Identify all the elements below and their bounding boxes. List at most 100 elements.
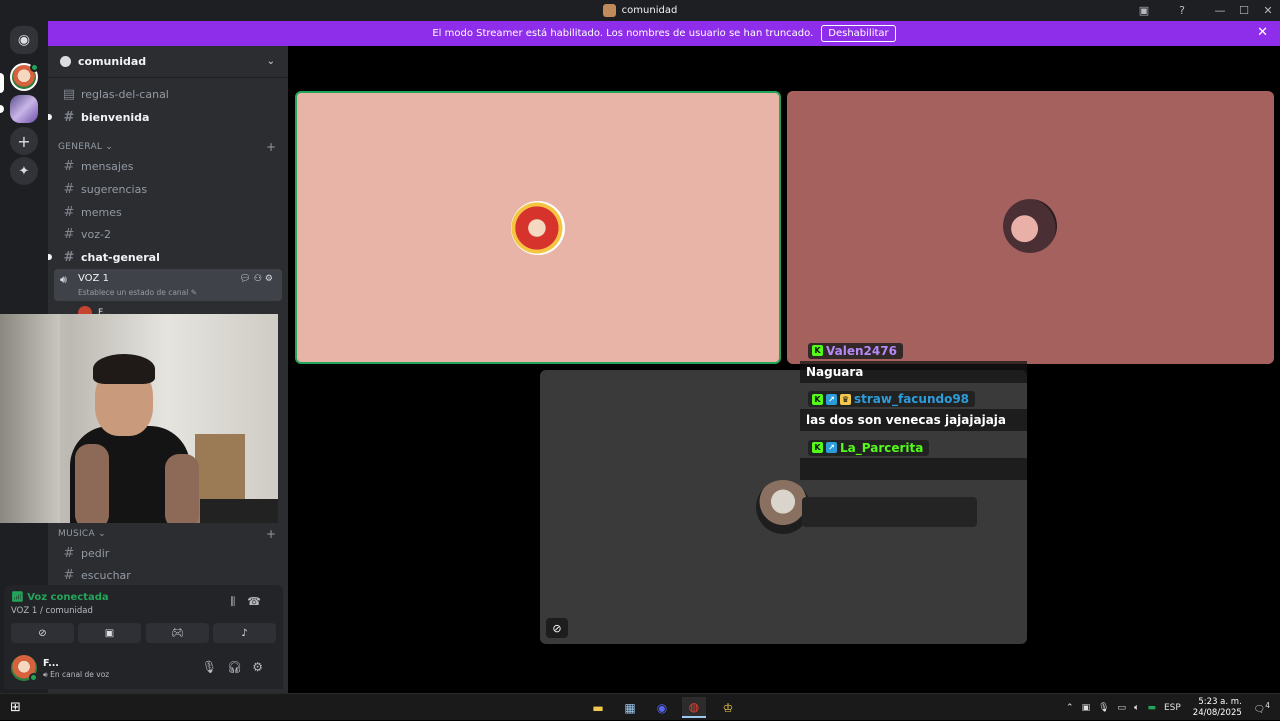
category-label: GENERAL	[58, 142, 103, 152]
online-status-dot	[29, 673, 38, 682]
discord-taskbar-icon[interactable]: ◉	[650, 697, 674, 718]
channel-status-prompt[interactable]: Establece un estado de canal ✎	[78, 288, 197, 297]
chat-message: K ↗ ♛ straw_facundo98 las dos son veneca…	[800, 387, 1027, 431]
camera-off-button[interactable]: ⊘	[11, 623, 74, 643]
server-comunidad-icon[interactable]	[10, 63, 39, 91]
chat-username-label: La_Parcerita	[840, 440, 924, 455]
activities-button[interactable]: 🎮︎	[146, 623, 209, 643]
server-header[interactable]: comunidad ⌄	[48, 46, 288, 78]
chevron-down-icon: ⌄	[266, 56, 275, 67]
kick-badge-icon: K	[812, 393, 823, 405]
app-taskbar-icon[interactable]: ♔	[716, 697, 740, 718]
channel-label: mensajes	[81, 159, 134, 173]
server-icon-2[interactable]	[10, 95, 38, 123]
display-icon[interactable]: ▭	[1118, 703, 1127, 713]
notifications-icon[interactable]: 🗨︎4	[1254, 701, 1270, 715]
language-indicator[interactable]: ESP	[1164, 703, 1181, 713]
voice-actions: ⫼☎	[230, 595, 273, 609]
participant-tile-2[interactable]	[787, 91, 1274, 364]
soundboard-icon: ♪	[241, 627, 248, 639]
voice-status-label: Voz conectada	[27, 592, 109, 603]
participant-tile-1[interactable]	[295, 91, 781, 364]
channel-mensajes[interactable]: # mensajes	[56, 155, 282, 177]
minimize-button[interactable]: —	[1208, 4, 1232, 17]
add-channel-icon[interactable]: +	[266, 527, 276, 541]
battery-icon[interactable]: ▬	[1147, 703, 1156, 713]
tray-app-icon[interactable]: ▣	[1082, 703, 1091, 713]
chat-username: K Valen2476	[808, 342, 903, 359]
participant-avatar	[511, 201, 565, 255]
hash-icon: #	[63, 158, 75, 174]
discord-home-icon[interactable]: ◉	[10, 26, 38, 54]
microphone-icon[interactable]: 🎙︎	[202, 660, 227, 674]
explore-icon[interactable]: ✦	[10, 157, 38, 185]
help-icon[interactable]: ?	[1170, 4, 1194, 17]
server-name: comunidad	[78, 55, 147, 68]
hash-icon: #	[63, 204, 75, 220]
banner-text: El modo Streamer está habilitado. Los no…	[432, 28, 814, 39]
channel-label: reglas-del-canal	[81, 87, 169, 101]
channel-label: memes	[81, 205, 122, 219]
close-window-button[interactable]: ✕	[1256, 4, 1280, 17]
disable-streamer-button[interactable]: Deshabilitar	[821, 25, 896, 42]
voice-channel-actions[interactable]: 💬︎⚇⚙	[239, 274, 276, 284]
channel-reglas[interactable]: ▤ reglas-del-canal	[56, 83, 282, 105]
channel-voz-2[interactable]: # voz-2	[56, 223, 282, 245]
screen-share-button[interactable]: ▣	[78, 623, 141, 643]
channel-label: escuchar	[81, 568, 131, 582]
user-status-label: En canal de voz	[50, 670, 110, 679]
file-explorer-icon[interactable]: ▬	[586, 697, 610, 718]
disconnect-icon[interactable]: ☎	[247, 595, 273, 608]
chat-message: K ↗ La_Parcerita	[800, 435, 1027, 480]
voice-status[interactable]: 📶︎ Voz conectada	[11, 592, 109, 603]
server-badge-icon	[60, 56, 71, 67]
unread-dot	[48, 254, 52, 260]
channel-escuchar[interactable]: # escuchar	[56, 564, 282, 586]
channel-bienvenida[interactable]: # bienvenida	[48, 106, 282, 128]
channel-memes[interactable]: # memes	[56, 201, 282, 223]
add-channel-icon[interactable]: +	[266, 140, 276, 154]
volume-icon[interactable]: 🔈︎	[1134, 703, 1139, 713]
headphones-icon[interactable]: 🎧︎	[227, 660, 252, 674]
selected-indicator	[0, 73, 4, 93]
voice-location[interactable]: VOZ 1 / comunidad	[11, 606, 93, 616]
add-server-icon[interactable]: +	[10, 127, 38, 155]
user-panel: F... 🔊︎ En canal de voz 🎙︎🎧︎⚙	[4, 647, 283, 689]
user-status: 🔊︎ En canal de voz	[43, 670, 110, 679]
crown-badge-icon: ♛	[840, 393, 851, 405]
participant-avatar	[1003, 199, 1057, 253]
server-icon	[602, 4, 616, 17]
voice-stage: ⊘ K Valen2476 Naguara K ↗ ♛ straw_facund…	[288, 46, 1280, 693]
inbox-icon[interactable]: ▣	[1132, 4, 1156, 17]
chevron-up-icon[interactable]: ⌃	[1066, 703, 1074, 713]
chat-text: Naguara	[800, 360, 1027, 383]
clock[interactable]: 5:23 a. m. 24/08/2025	[1193, 697, 1242, 719]
unread-indicator	[0, 105, 4, 113]
webcam-overlay	[0, 314, 278, 523]
voice-channel-voz1[interactable]: 🔊︎ VOZ 1 Establece un estado de canal ✎ …	[54, 269, 282, 301]
user-controls: 🎙︎🎧︎⚙	[202, 660, 273, 674]
calculator-icon[interactable]: ▦	[618, 697, 642, 718]
chat-message: K Valen2476 Naguara	[800, 338, 1027, 383]
titlebar-controls: ▣ ? — ☐ ✕	[1132, 0, 1280, 21]
close-banner-icon[interactable]: ✕	[1257, 25, 1268, 40]
maximize-button[interactable]: ☐	[1232, 4, 1256, 17]
soundboard-button[interactable]: ♪	[213, 623, 276, 643]
gear-icon[interactable]: ⚙	[252, 660, 273, 674]
windows-start-icon[interactable]: ⊞	[10, 700, 21, 715]
hash-icon: #	[63, 109, 75, 125]
channel-chat-general[interactable]: # chat-general	[48, 246, 282, 268]
chrome-taskbar-icon[interactable]: ◍	[682, 697, 706, 718]
subscriber-badge-icon: ↗	[826, 442, 837, 453]
channel-label: bienvenida	[81, 110, 150, 124]
kick-badge-icon: K	[812, 345, 823, 356]
category-musica[interactable]: MUSICA ⌄	[58, 529, 106, 539]
channel-sugerencias[interactable]: # sugerencias	[56, 178, 282, 200]
microphone-icon[interactable]: 🎙︎	[1098, 703, 1109, 713]
category-general[interactable]: GENERAL ⌄	[58, 142, 113, 152]
noise-suppression-icon[interactable]: ⫼	[230, 595, 247, 608]
hash-icon: #	[63, 249, 75, 265]
hash-icon: #	[63, 226, 75, 242]
channel-pedir[interactable]: # pedir	[56, 542, 282, 564]
username[interactable]: F...	[43, 658, 59, 669]
